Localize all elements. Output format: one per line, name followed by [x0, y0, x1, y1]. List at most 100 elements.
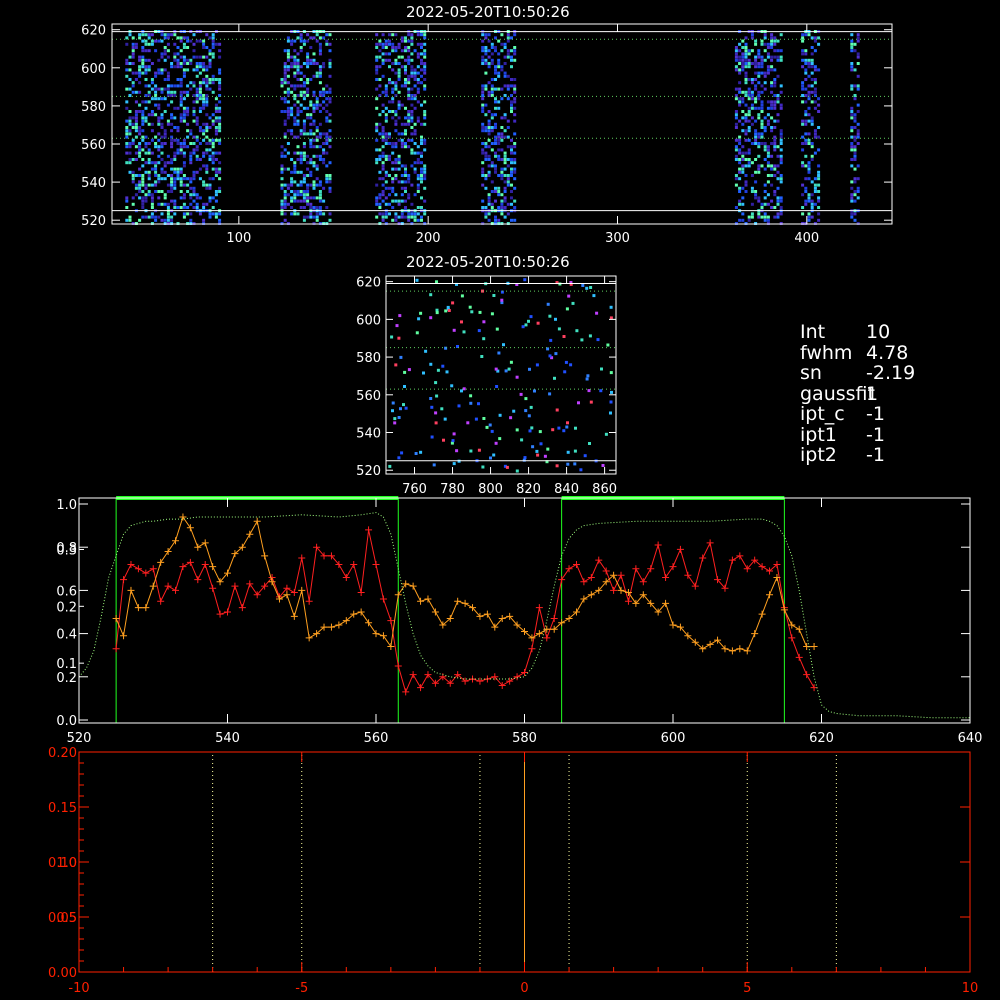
image-pixel	[293, 164, 297, 168]
image-pixel	[394, 110, 398, 113]
image-pixel	[422, 371, 425, 375]
image-pixel	[144, 199, 148, 203]
image-pixel	[410, 119, 414, 123]
image-pixel	[850, 68, 854, 72]
image-pixel	[214, 106, 218, 110]
image-pixel	[404, 145, 407, 149]
y-tick-label: 620	[81, 24, 106, 39]
image-pixel	[779, 212, 783, 216]
image-pixel	[413, 151, 417, 155]
image-pixel	[817, 218, 821, 222]
image-pixel	[391, 68, 395, 72]
image-pixel	[163, 164, 167, 168]
image-pixel	[757, 142, 761, 145]
data-point-red	[238, 604, 246, 612]
image-pixel	[497, 74, 501, 78]
image-pixel	[286, 49, 290, 53]
image-pixel	[328, 145, 332, 149]
image-pixel	[134, 78, 138, 81]
image-pixel	[211, 46, 215, 49]
image-pixel	[750, 212, 754, 216]
image-pixel	[763, 126, 767, 129]
image-pixel	[807, 33, 811, 37]
image-pixel	[760, 215, 764, 219]
image-pixel	[160, 55, 164, 59]
image-pixel	[150, 199, 154, 203]
image-pixel	[770, 100, 774, 104]
image-pixel	[853, 151, 857, 155]
image-pixel	[394, 145, 398, 149]
image-pixel	[283, 132, 287, 136]
image-pixel	[503, 174, 507, 177]
image-pixel	[524, 323, 528, 327]
image-pixel	[766, 215, 770, 219]
image-pixel	[754, 55, 758, 59]
image-pixel	[413, 84, 417, 88]
image-pixel	[141, 164, 145, 168]
data-point-red	[142, 569, 150, 577]
image-pixel	[144, 84, 148, 88]
image-pixel	[150, 81, 154, 85]
image-pixel	[328, 42, 332, 46]
image-pixel	[513, 151, 517, 155]
image-pixel	[397, 215, 401, 219]
image-pixel	[506, 97, 510, 101]
image-pixel	[150, 97, 154, 101]
image-pixel	[807, 65, 811, 69]
image-pixel	[384, 196, 388, 200]
image-pixel	[853, 68, 857, 72]
image-pixel	[766, 145, 770, 149]
image-pixel	[214, 42, 218, 46]
image-pixel	[179, 113, 183, 117]
image-pixel	[747, 129, 751, 133]
image-pixel	[318, 154, 322, 158]
image-pixel	[407, 138, 411, 142]
image-pixel	[750, 106, 754, 110]
image-pixel	[429, 316, 433, 320]
image-pixel	[741, 116, 745, 120]
image-pixel	[407, 58, 411, 62]
image-pixel	[407, 78, 411, 81]
image-pixel	[487, 199, 491, 203]
image-pixel	[754, 142, 758, 145]
image-pixel	[318, 110, 322, 113]
image-pixel	[410, 148, 414, 152]
image-pixel	[286, 129, 290, 133]
image-pixel	[588, 442, 591, 445]
image-pixel	[513, 142, 517, 145]
image-pixel	[160, 39, 164, 43]
image-pixel	[779, 142, 783, 145]
image-pixel	[192, 119, 196, 123]
image-pixel	[290, 158, 294, 161]
image-pixel	[509, 416, 513, 420]
image-pixel	[754, 84, 758, 88]
image-pixel	[400, 186, 404, 190]
image-pixel	[125, 161, 129, 165]
image-pixel	[322, 62, 326, 65]
image-pixel	[757, 199, 761, 203]
image-pixel	[754, 132, 758, 136]
image-pixel	[400, 132, 404, 136]
image-pixel	[147, 177, 151, 181]
image-pixel	[744, 62, 748, 65]
image-pixel	[510, 55, 513, 59]
image-pixel	[318, 183, 322, 187]
image-pixel	[549, 338, 553, 342]
image-pixel	[609, 305, 613, 309]
image-pixel	[500, 132, 504, 136]
image-pixel	[397, 68, 401, 72]
image-pixel	[166, 103, 170, 107]
image-pixel	[134, 129, 138, 133]
image-pixel	[773, 190, 777, 193]
image-pixel	[179, 103, 183, 107]
image-pixel	[757, 65, 761, 69]
image-pixel	[494, 186, 497, 190]
image-pixel	[451, 301, 455, 305]
image-pixel	[160, 190, 164, 193]
image-pixel	[375, 46, 379, 49]
image-pixel	[394, 84, 398, 88]
image-pixel	[283, 78, 287, 81]
image-pixel	[378, 206, 382, 209]
image-pixel	[410, 132, 414, 136]
image-pixel	[160, 122, 164, 126]
